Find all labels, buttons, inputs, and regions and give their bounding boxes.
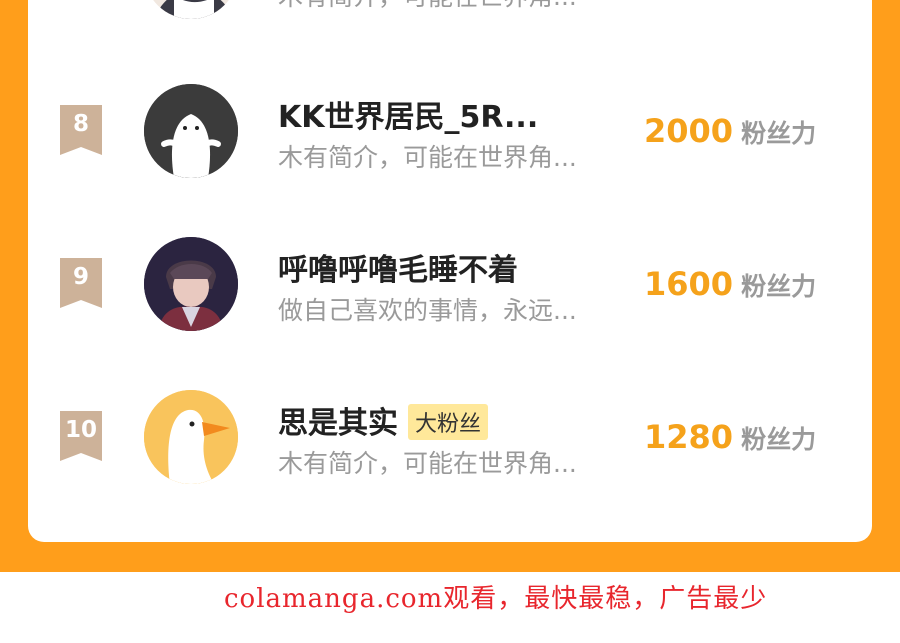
user-description: 木有简介，可能在世界角... [278, 449, 577, 478]
list-item[interactable]: 9 呼噜呼噜毛睡不着 做自己喜欢的事情，永远... 1600 粉丝力 [28, 237, 872, 337]
fan-power-score: 2000 粉丝力 [644, 112, 816, 150]
score-unit: 粉丝力 [741, 425, 817, 454]
rank-badge: 9 [60, 258, 102, 310]
score-value: 2000 [644, 112, 734, 150]
user-description: 木有简介，可能在世界角... [278, 0, 577, 13]
user-name[interactable]: 呼噜呼噜毛睡不着 [278, 245, 518, 289]
avatar[interactable] [144, 390, 238, 484]
rank-number: 10 [64, 417, 97, 443]
avatar[interactable] [144, 84, 238, 178]
user-description: 木有简介，可能在世界角... [278, 143, 577, 172]
list-item[interactable]: 木有简介，可能在世界角... [28, 0, 872, 25]
score-value: 1600 [644, 265, 734, 303]
avatar[interactable] [144, 0, 238, 19]
user-name[interactable]: KK世界居民_5R... [278, 92, 538, 136]
list-item[interactable]: 8 KK世界居民_5R... 木有简介，可能在世界角... 2000 粉丝力 [28, 84, 872, 184]
fan-ranking-card: 木有简介，可能在世界角... 8 KK世界居民_5R... 木有简介，可能在世界… [28, 0, 872, 542]
fan-power-score: 1600 粉丝力 [644, 265, 816, 303]
avatar[interactable] [144, 237, 238, 331]
rank-number: 9 [72, 264, 89, 290]
watermark-text: colamanga.com观看，最快最稳，广告最少 [224, 584, 768, 614]
rank-badge: 8 [60, 105, 102, 157]
watermark-bar: colamanga.com观看，最快最稳，广告最少 [0, 572, 900, 643]
ghost-avatar-icon [144, 84, 238, 178]
score-unit: 粉丝力 [741, 272, 817, 301]
score-value: 1280 [644, 418, 734, 456]
anime-girl-avatar [144, 0, 238, 19]
big-fan-badge: 大粉丝 [408, 403, 489, 440]
anime-boy-avatar [144, 237, 238, 331]
rank-number: 8 [72, 111, 89, 137]
fan-power-score: 1280 粉丝力 [644, 418, 816, 456]
user-description: 做自己喜欢的事情，永远... [278, 296, 577, 325]
list-item[interactable]: 10 思是其实 大粉丝 木有简介，可能在世界角... 1280 粉丝力 [28, 390, 872, 490]
user-name-text: KK世界居民_5R... [278, 100, 539, 135]
user-name[interactable]: 思是其实 大粉丝 [278, 398, 489, 443]
score-unit: 粉丝力 [741, 119, 817, 148]
user-name-text: 思是其实 [278, 406, 398, 441]
rank-badge: 10 [60, 411, 102, 463]
goose-avatar-icon [144, 390, 238, 484]
user-name-text: 呼噜呼噜毛睡不着 [278, 253, 518, 288]
